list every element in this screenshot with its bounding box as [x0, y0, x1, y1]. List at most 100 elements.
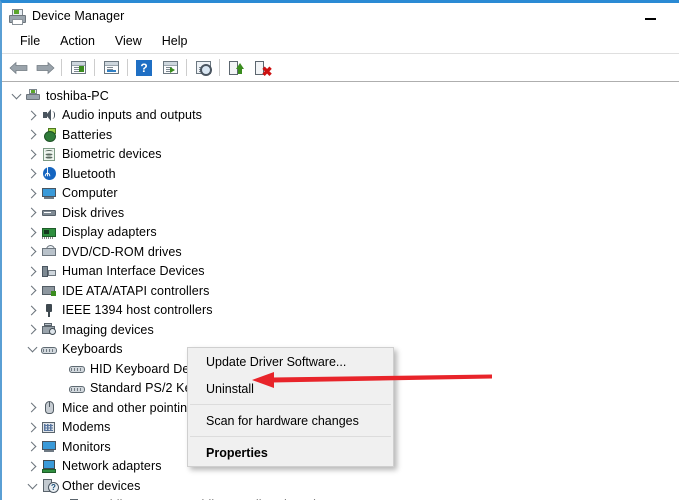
chevron-right-icon[interactable]	[24, 209, 40, 216]
tree-item-label: Batteries	[62, 128, 112, 142]
computer-tower-icon-glyph	[25, 88, 41, 103]
chevron-right-icon[interactable]	[24, 463, 40, 470]
chevron-down-icon[interactable]	[8, 91, 24, 101]
toolbar: ? ✖	[2, 54, 679, 81]
chevron-right-icon[interactable]	[24, 287, 40, 294]
menu-action[interactable]: Action	[50, 32, 105, 50]
keyboard-icon	[68, 380, 86, 397]
ieee1394-icon	[40, 302, 58, 319]
chevron-right-icon[interactable]	[24, 404, 40, 411]
red-x-icon: ✖	[262, 65, 273, 78]
tree-item[interactable]: Disk drives	[2, 203, 679, 223]
camera-icon	[40, 321, 58, 338]
dvd-drive-icon	[40, 243, 58, 260]
speaker-icon-glyph	[41, 108, 57, 123]
toolbar-separator	[61, 59, 62, 76]
unknown-device-icon: ?	[40, 477, 58, 494]
device-manager-window: Device Manager File Action View Help	[0, 0, 679, 500]
keyboard-icon-glyph	[69, 361, 85, 376]
chevron-down-icon[interactable]	[24, 344, 40, 354]
forward-arrow-icon[interactable]	[32, 56, 58, 79]
ide-controller-icon-glyph	[41, 283, 57, 298]
display-adapter-icon	[40, 224, 58, 241]
chevron-right-icon[interactable]	[24, 248, 40, 255]
tree-item[interactable]: Batteries	[2, 125, 679, 145]
tree-item-label: DVD/CD-ROM drives	[62, 245, 182, 259]
tree-item-label: IDE ATA/ATAPI controllers	[62, 284, 209, 298]
context-menu-item-properties[interactable]: Properties	[188, 439, 393, 466]
menu-help[interactable]: Help	[152, 32, 198, 50]
chevron-right-icon[interactable]	[24, 112, 40, 119]
tree-item[interactable]: Toshiba F3507g Mobile Broadband Device	[2, 496, 679, 500]
mouse-icon-glyph	[41, 400, 57, 415]
toolbar-separator	[219, 59, 220, 76]
network-adapter-icon	[40, 458, 58, 475]
chevron-right-icon[interactable]	[24, 151, 40, 158]
toolbar-separator	[94, 59, 95, 76]
tree-item[interactable]: Biometric devices	[2, 145, 679, 165]
display-adapter-icon-glyph	[41, 225, 57, 240]
tree-item[interactable]: Display adapters	[2, 223, 679, 243]
tree-item-label: Bluetooth	[62, 167, 116, 181]
chevron-right-icon[interactable]	[24, 190, 40, 197]
chevron-right-icon[interactable]	[24, 424, 40, 431]
back-arrow-icon[interactable]	[6, 56, 32, 79]
hid-icon	[40, 263, 58, 280]
update-driver-icon[interactable]	[157, 56, 183, 79]
tree-item[interactable]: Computer	[2, 184, 679, 204]
title-bar: Device Manager	[2, 3, 679, 28]
menu-view[interactable]: View	[105, 32, 152, 50]
keyboard-icon-glyph	[41, 342, 57, 357]
battery-icon-glyph	[41, 127, 57, 142]
chevron-right-icon[interactable]	[24, 307, 40, 314]
enable-device-icon[interactable]	[223, 56, 249, 79]
tree-item-label: toshiba-PC	[46, 89, 109, 103]
monitor-icon-glyph	[41, 186, 57, 201]
tree-item[interactable]: Human Interface Devices	[2, 262, 679, 282]
disk-drive-icon-glyph	[41, 205, 57, 220]
tree-item[interactable]: toshiba-PC	[2, 86, 679, 106]
tree-item-label: IEEE 1394 host controllers	[62, 303, 213, 317]
computer-tower-icon	[24, 87, 42, 104]
chevron-right-icon[interactable]	[24, 170, 40, 177]
chevron-right-icon[interactable]	[24, 443, 40, 450]
tree-item[interactable]: Imaging devices	[2, 320, 679, 340]
modem-icon	[40, 419, 58, 436]
tree-item[interactable]: DVD/CD-ROM drives	[2, 242, 679, 262]
tree-item-label: Modems	[62, 420, 111, 434]
tree-item-label: Disk drives	[62, 206, 124, 220]
tree-item[interactable]: Audio inputs and outputs	[2, 106, 679, 126]
tree-item-label: Imaging devices	[62, 323, 154, 337]
tree-item[interactable]: ?Other devices	[2, 476, 679, 496]
tree-item[interactable]: IEEE 1394 host controllers	[2, 301, 679, 321]
tree-item-label: Network adapters	[62, 459, 162, 473]
modem-icon-glyph	[41, 420, 57, 435]
minimize-button[interactable]	[633, 3, 667, 28]
uninstall-device-icon[interactable]: ✖	[249, 56, 275, 79]
scan-hardware-changes-icon[interactable]	[190, 56, 216, 79]
ieee1394-icon-glyph	[41, 303, 57, 318]
context-menu-item-update-driver-software[interactable]: Update Driver Software...	[188, 348, 393, 375]
dvd-drive-icon-glyph	[41, 244, 57, 259]
help-icon[interactable]: ?	[131, 56, 157, 79]
tree-item[interactable]: ᛦBluetooth	[2, 164, 679, 184]
chevron-right-icon[interactable]	[24, 268, 40, 275]
toolbar-separator	[186, 59, 187, 76]
context-menu[interactable]: Update Driver Software... Uninstall Scan…	[187, 347, 394, 467]
chevron-right-icon[interactable]	[24, 326, 40, 333]
context-menu-item-uninstall[interactable]: Uninstall	[188, 375, 393, 402]
properties-icon[interactable]	[98, 56, 124, 79]
keyboard-icon	[68, 360, 86, 377]
chevron-right-icon[interactable]	[24, 229, 40, 236]
context-menu-item-scan-for-hardware-changes[interactable]: Scan for hardware changes	[188, 407, 393, 434]
menu-file[interactable]: File	[10, 32, 50, 50]
tree-item-label: Human Interface Devices	[62, 264, 205, 278]
chevron-down-icon[interactable]	[24, 481, 40, 491]
show-hide-console-tree-icon[interactable]	[65, 56, 91, 79]
tree-item[interactable]: IDE ATA/ATAPI controllers	[2, 281, 679, 301]
keyboard-icon-glyph	[69, 381, 85, 396]
toolbar-separator	[127, 59, 128, 76]
unknown-device-icon-glyph: ?	[41, 478, 57, 493]
tree-item-label: Display adapters	[62, 225, 157, 239]
chevron-right-icon[interactable]	[24, 131, 40, 138]
